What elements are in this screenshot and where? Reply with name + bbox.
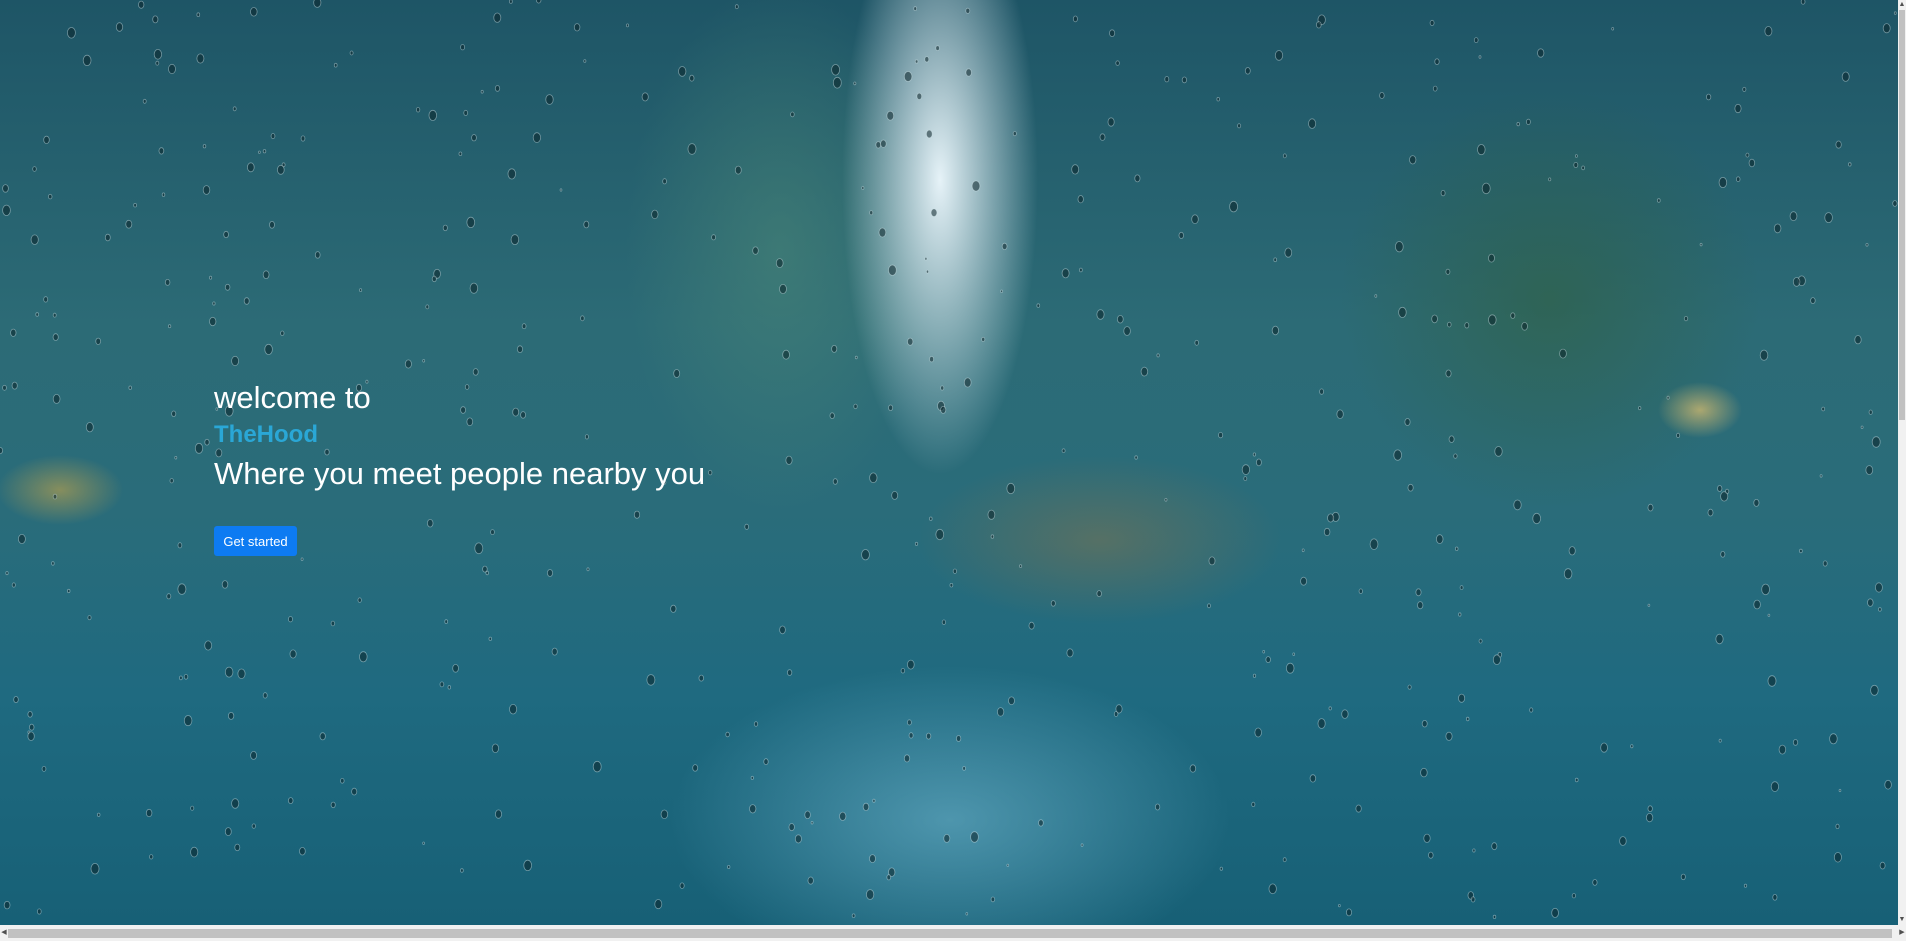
horizontal-scrollbar[interactable]: ◀ ▶ xyxy=(0,925,1906,941)
tagline: Where you meet people nearby you xyxy=(214,456,706,491)
scroll-right-icon[interactable]: ▶ xyxy=(1898,925,1906,941)
brand-name: TheHood xyxy=(214,421,318,448)
horizontal-scroll-thumb[interactable] xyxy=(8,929,1892,938)
welcome-heading: welcome to xyxy=(214,380,371,415)
hero-section: welcome to TheHood Where you meet people… xyxy=(214,378,705,496)
scroll-down-icon[interactable]: ▼ xyxy=(1898,915,1906,925)
get-started-button[interactable]: Get started xyxy=(214,526,297,556)
vertical-scrollbar[interactable]: ▲ ▼ xyxy=(1898,0,1906,925)
scroll-up-icon[interactable]: ▲ xyxy=(1898,0,1906,10)
vertical-scroll-thumb[interactable] xyxy=(1899,10,1905,420)
scroll-left-icon[interactable]: ◀ xyxy=(0,925,8,941)
